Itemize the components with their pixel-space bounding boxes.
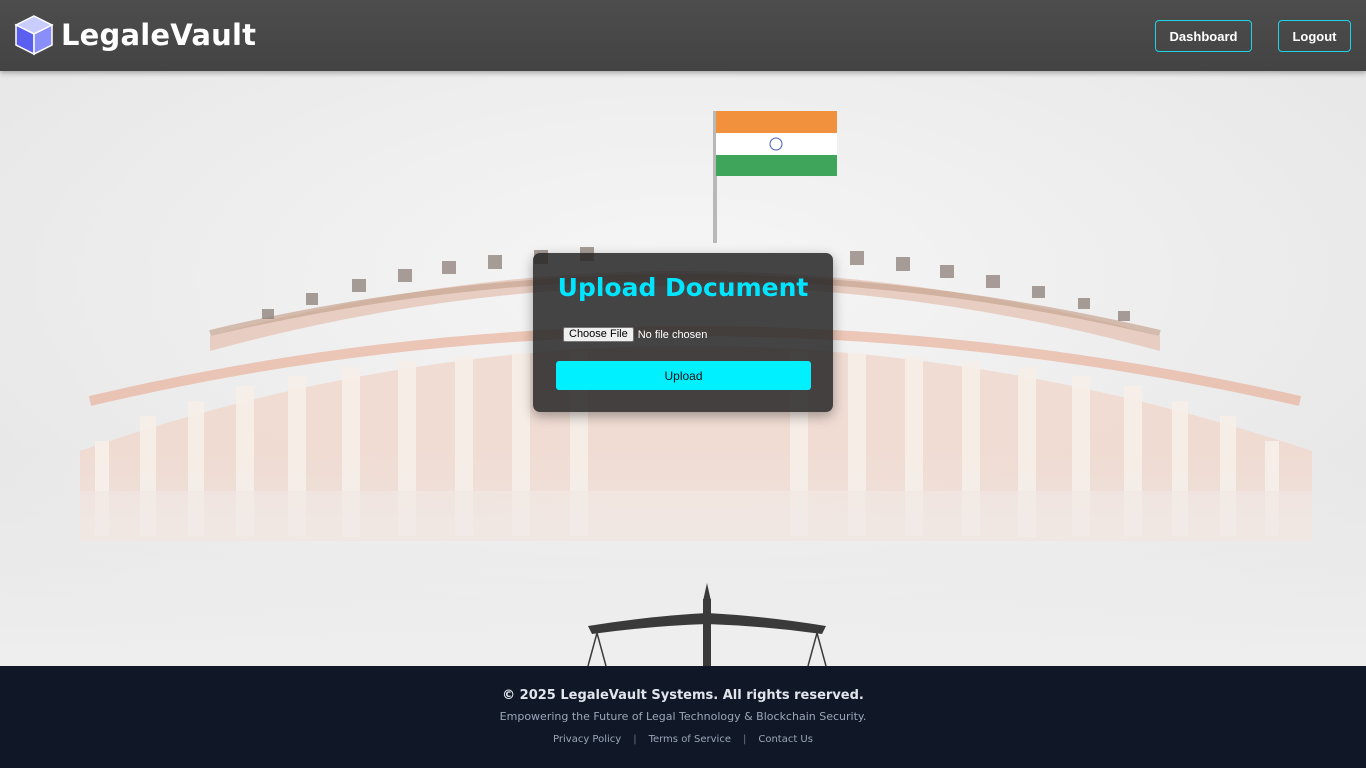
link-separator: |	[742, 734, 747, 745]
file-status-text: No file chosen	[637, 328, 708, 341]
dashboard-button[interactable]: Dashboard	[1155, 20, 1252, 52]
copyright-text: © 2025 LegaleVault Systems. All rights r…	[502, 688, 864, 703]
tagline-text: Empowering the Future of Legal Technolog…	[499, 710, 867, 723]
choose-file-button[interactable]: Choose File	[563, 327, 634, 342]
cube-icon	[14, 15, 54, 56]
footer: © 2025 LegaleVault Systems. All rights r…	[0, 666, 1366, 768]
top-navbar: LegaleVault Dashboard Logout	[0, 0, 1366, 71]
upload-document-card: Upload Document Choose File No file chos…	[533, 253, 833, 412]
footer-links: Privacy Policy | Terms of Service | Cont…	[0, 734, 1366, 745]
link-separator: |	[633, 734, 637, 745]
file-input[interactable]: Choose File No file chosen	[563, 327, 707, 342]
contact-us-link[interactable]: Contact Us	[758, 734, 813, 745]
upload-card-title: Upload Document	[557, 273, 809, 302]
privacy-policy-link[interactable]: Privacy Policy	[553, 734, 621, 745]
logout-button[interactable]: Logout	[1278, 20, 1351, 52]
brand-name[interactable]: LegaleVault	[61, 18, 256, 52]
terms-of-service-link[interactable]: Terms of Service	[649, 734, 731, 745]
upload-button[interactable]: Upload	[556, 361, 811, 390]
